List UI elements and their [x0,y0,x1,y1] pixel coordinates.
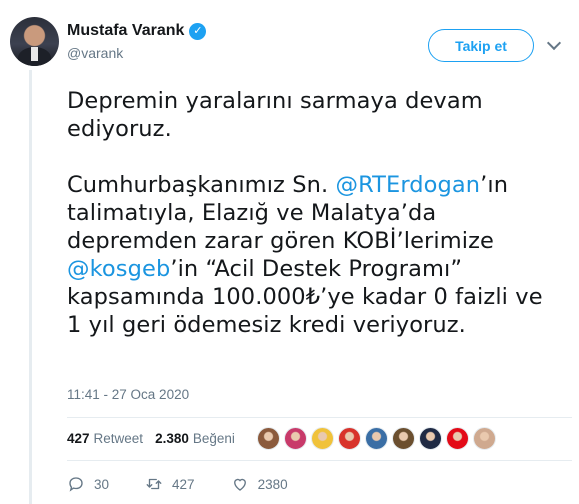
tweet-line: Cumhurbaşkanımız Sn. @RTErdogan’ın [67,171,572,199]
retweet-stat[interactable]: 427 Retweet [67,431,143,446]
liker-avatars [257,427,496,450]
author-name[interactable]: Mustafa Varank [67,22,184,40]
liker-avatar[interactable] [365,427,388,450]
tweet-text-segment: ’ın [480,172,509,198]
retweet-stat-count: 427 [67,431,90,446]
reply-count: 30 [94,476,110,492]
liker-avatar[interactable] [311,427,334,450]
like-stat[interactable]: 2.380 Beğeni [155,431,235,446]
tweet-line: ediyoruz. [67,116,172,142]
tweet-text: Depremin yaralarını sarmaya devam ediyor… [67,87,572,339]
mention-link-rterdogan[interactable]: @RTErdogan [335,172,480,198]
like-stat-label: Beğeni [192,431,235,446]
retweet-count: 427 [172,476,195,492]
reply-icon [69,477,83,492]
divider [67,460,572,461]
liker-avatar[interactable] [338,427,361,450]
avatar-shirt [31,47,38,61]
retweet-stat-label: Retweet [93,431,144,446]
heart-icon [233,478,246,491]
tweet-line: depremden zarar gören KOBİ’lerimize [67,228,494,254]
tweet-text-segment: ’in “Acil Destek Programı” [170,256,463,282]
author-handle[interactable]: @varank [67,45,123,61]
liker-avatar[interactable] [257,427,280,450]
tweet-text-segment: Cumhurbaşkanımız Sn. [67,172,336,198]
tweet-line: kapsamında 100.000₺’ye kadar 0 faizli ve [67,284,543,310]
tweet-line: Depremin yaralarını sarmaya devam [67,88,483,114]
tweet-actions: 30 427 2380 [67,475,324,493]
reply-button[interactable]: 30 [67,475,109,493]
follow-button[interactable]: Takip et [428,29,534,62]
liker-avatar[interactable] [473,427,496,450]
divider [67,417,572,418]
chevron-down-icon[interactable] [546,35,562,51]
tweet-timestamp[interactable]: 11:41 - 27 Oca 2020 [67,387,189,402]
avatar[interactable] [10,17,59,66]
retweet-button[interactable]: 427 [145,475,195,493]
author-name-row[interactable]: Mustafa Varank ✓ [67,22,207,40]
tweet-stats: 427 Retweet 2.380 Beğeni [67,431,247,446]
liker-avatar[interactable] [419,427,442,450]
thread-line [29,70,32,504]
mention-link-kosgeb[interactable]: @kosgeb [67,256,170,282]
liker-avatar[interactable] [284,427,307,450]
retweet-icon [146,478,162,490]
tweet-line: talimatıyla, Elazığ ve Malatya’da [67,200,437,226]
like-button[interactable]: 2380 [231,475,288,493]
tweet-line: 1 yıl geri ödemesiz kredi veriyoruz. [67,312,466,338]
liker-avatar[interactable] [446,427,469,450]
verified-badge-icon: ✓ [189,22,207,40]
like-count: 2380 [257,476,288,492]
liker-avatar[interactable] [392,427,415,450]
tweet-line: @kosgeb’in “Acil Destek Programı” [67,255,572,283]
like-stat-count: 2.380 [155,431,189,446]
